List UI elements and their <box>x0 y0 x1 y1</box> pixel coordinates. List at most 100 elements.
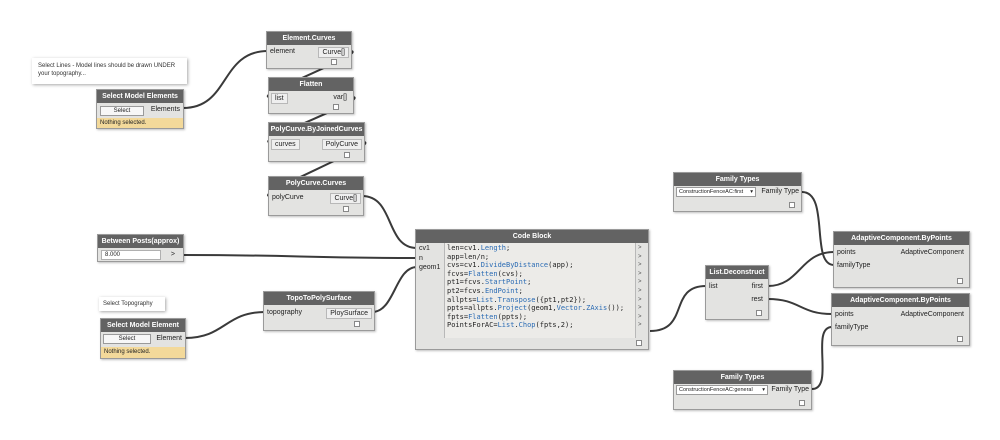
adaptive-component-node-2[interactable]: AdaptiveComponent.ByPoints points family… <box>831 293 970 346</box>
preview-checkbox[interactable] <box>343 206 349 212</box>
family-types-node-first[interactable]: Family Types ConstructionFenceAC:first ▾ … <box>673 172 802 212</box>
output-port-var[interactable]: var[] <box>333 93 347 103</box>
select-model-element-node[interactable]: Select Model Element Select Element Noth… <box>100 318 186 359</box>
output-ports[interactable]: > > > > > > > > > > <box>638 244 642 330</box>
code-token: ppts=allpts. <box>447 304 498 313</box>
polycurve-curves-node[interactable]: PolyCurve.Curves polyCurve Curve[] <box>268 176 364 216</box>
output-port-family-type[interactable]: Family Type <box>761 187 799 197</box>
preview-checkbox[interactable] <box>636 340 642 346</box>
code-token: (fpts,2); <box>535 321 574 330</box>
output-port-curves[interactable]: Curve[] <box>330 193 361 204</box>
list-deconstruct-node[interactable]: List.Deconstruct list first rest <box>705 265 769 320</box>
select-button[interactable]: Select <box>100 106 144 116</box>
output-port-arrow[interactable]: > <box>638 253 642 262</box>
input-port-list[interactable]: list <box>271 93 288 104</box>
wire-surface-to-geom1 <box>371 266 418 313</box>
input-port-polycurve[interactable]: polyCurve <box>272 193 304 203</box>
node-title: Element.Curves <box>267 32 351 45</box>
topo-to-polysurface-node[interactable]: TopoToPolySurface topography PloySurface <box>263 291 375 331</box>
polycurve-byjoinedcurves-node[interactable]: PolyCurve.ByJoinedCurves curves PolyCurv… <box>268 122 365 162</box>
note-select-topography: Select Topography <box>99 297 165 311</box>
output-port-polycurve[interactable]: PolyCurve <box>321 139 362 150</box>
code-line: fpts=Flatten(ppts); <box>447 313 624 322</box>
code-token: app=len/n; <box>447 252 490 261</box>
wire-ft1-to-familytype <box>801 191 835 266</box>
code-token: len=cv1. <box>447 244 481 252</box>
status-message: Nothing selected. <box>101 347 185 358</box>
node-title: Select Model Elements <box>97 90 183 103</box>
output-port-elements[interactable]: Elements <box>151 105 180 115</box>
code-line: cvs=cv1.DivideByDistance(app); <box>447 261 624 270</box>
select-button[interactable]: Select <box>103 334 151 344</box>
code-line: ppts=allpts.Project(geom1,Vector.ZAxis()… <box>447 304 624 313</box>
preview-checkbox[interactable] <box>344 152 350 158</box>
between-posts-node[interactable]: Between Posts(approx) 8.000 > <box>97 234 184 262</box>
output-port-adaptive-component[interactable]: AdaptiveComponent <box>901 248 964 258</box>
output-port-arrow[interactable]: > <box>638 304 642 313</box>
preview-checkbox[interactable] <box>957 278 963 284</box>
code-token: (ppts); <box>497 312 528 321</box>
output-port-element[interactable]: Element <box>156 334 182 344</box>
output-port-adaptive-component[interactable]: AdaptiveComponent <box>901 310 964 320</box>
preview-checkbox[interactable] <box>354 321 360 327</box>
node-title: Select Model Element <box>101 319 185 332</box>
node-title: Family Types <box>674 371 811 384</box>
node-title: PolyCurve.Curves <box>269 177 363 190</box>
wire-rest-to-points <box>767 298 833 315</box>
code-token: StartPoint <box>484 278 528 287</box>
flatten-node[interactable]: Flatten list var[] <box>268 77 354 114</box>
output-port-family-type[interactable]: Family Type <box>771 385 809 395</box>
code-token: Chop <box>518 321 536 330</box>
number-input[interactable]: 8.000 <box>101 250 161 260</box>
code-token: DivideByDistance <box>480 261 549 270</box>
family-type-dropdown[interactable]: ConstructionFenceAC:first ▾ <box>676 187 756 197</box>
input-port-cv1[interactable]: cv1 <box>419 244 430 254</box>
output-port-number[interactable]: > <box>171 250 175 260</box>
family-type-dropdown[interactable]: ConstructionFenceAC:general ▾ <box>676 385 768 395</box>
input-port-curves[interactable]: curves <box>271 139 300 150</box>
output-port-arrow[interactable]: > <box>638 296 642 305</box>
output-port-arrow[interactable]: > <box>638 278 642 287</box>
input-port-element[interactable]: element <box>270 47 295 57</box>
output-port-arrow[interactable]: > <box>638 313 642 322</box>
output-port-curves[interactable]: Curve[] <box>318 47 349 58</box>
code-token: EndPoint <box>484 286 519 295</box>
node-title: List.Deconstruct <box>706 266 768 279</box>
node-title: TopoToPolySurface <box>264 292 374 305</box>
output-port-arrow[interactable]: > <box>638 287 642 296</box>
preview-checkbox[interactable] <box>799 400 805 406</box>
code-block-node[interactable]: Code Block cv1 n geom1 len=cv1.Length; ap… <box>415 229 649 350</box>
preview-checkbox[interactable] <box>789 202 795 208</box>
preview-checkbox[interactable] <box>331 59 337 65</box>
output-port-rest[interactable]: rest <box>751 295 763 305</box>
code-token: ({pt1,pt2}); <box>535 295 587 304</box>
input-port-points[interactable]: points <box>835 310 854 320</box>
input-port-family-type[interactable]: familyType <box>837 261 870 271</box>
output-port-arrow[interactable]: > <box>638 321 642 330</box>
node-title: Flatten <box>269 78 353 91</box>
family-types-node-general[interactable]: Family Types ConstructionFenceAC:general… <box>673 370 812 410</box>
code-token: Length <box>480 244 507 252</box>
element-curves-node[interactable]: Element.Curves element Curve[] <box>266 31 352 69</box>
dropdown-value: ConstructionFenceAC:first <box>679 189 744 195</box>
input-port-points[interactable]: points <box>837 248 856 258</box>
preview-checkbox[interactable] <box>957 336 963 342</box>
wire-points-to-list <box>649 285 707 332</box>
code-text[interactable]: len=cv1.Length; app=len/n; cvs=cv1.DivideB… <box>447 244 624 330</box>
code-token: pt1=fcvs. <box>447 278 485 287</box>
output-port-arrow[interactable]: > <box>638 261 642 270</box>
preview-checkbox[interactable] <box>756 310 762 316</box>
code-token: PointsForAC= <box>447 321 498 330</box>
output-port-surface[interactable]: PloySurface <box>326 308 372 319</box>
select-model-elements-node[interactable]: Select Model Elements Select Elements No… <box>96 89 184 129</box>
input-port-geom1[interactable]: geom1 <box>419 263 440 273</box>
output-port-arrow[interactable]: > <box>638 244 642 253</box>
adaptive-component-node-1[interactable]: AdaptiveComponent.ByPoints points family… <box>833 231 970 288</box>
code-token: cvs=cv1. <box>447 261 481 270</box>
output-port-first[interactable]: first <box>752 282 763 292</box>
output-port-arrow[interactable]: > <box>638 270 642 279</box>
preview-checkbox[interactable] <box>333 104 339 110</box>
input-port-family-type[interactable]: familyType <box>835 323 868 333</box>
input-port-topography[interactable]: topography <box>267 308 302 318</box>
input-port-list[interactable]: list <box>709 282 718 292</box>
